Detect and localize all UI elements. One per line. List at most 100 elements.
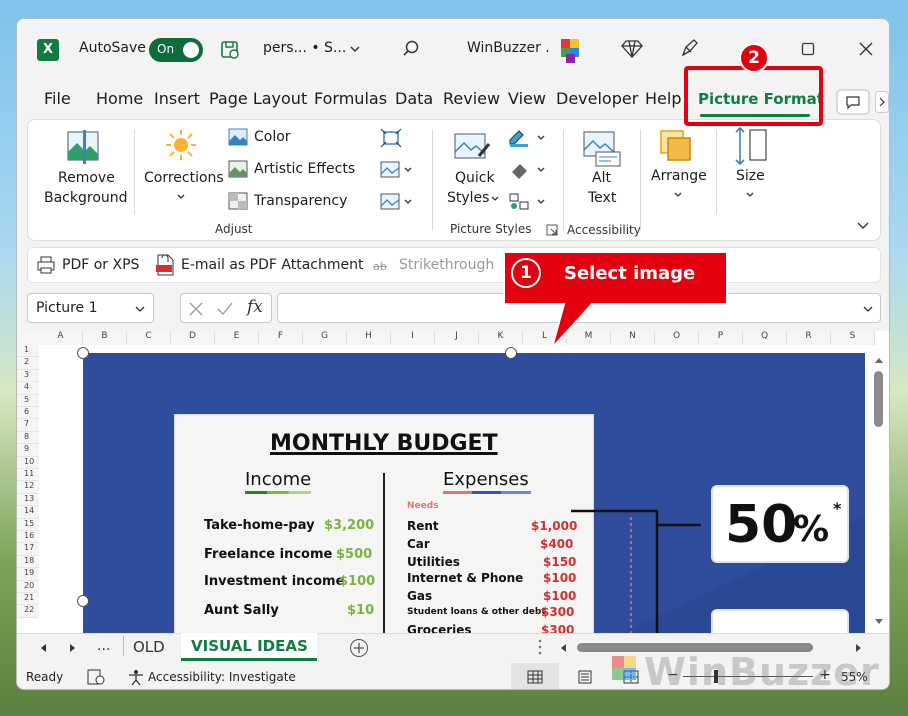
row-header[interactable]: 4 xyxy=(17,382,39,395)
tab-data[interactable]: Data xyxy=(395,89,433,108)
change-picture-icon[interactable] xyxy=(380,160,414,180)
quick-styles-label[interactable]: Styles xyxy=(447,190,489,206)
row-header[interactable]: 17 xyxy=(17,543,39,556)
add-sheet-icon[interactable] xyxy=(349,638,369,658)
quick-styles-button[interactable]: Quick xyxy=(455,170,495,186)
enter-icon[interactable] xyxy=(217,302,233,316)
column-header[interactable]: H xyxy=(347,331,391,345)
column-header[interactable]: A xyxy=(39,331,83,345)
collapse-ribbon-icon[interactable] xyxy=(856,220,870,232)
row-header[interactable]: 2 xyxy=(17,357,39,370)
alt-text-label[interactable]: Text xyxy=(588,190,616,206)
row-header[interactable]: 18 xyxy=(17,555,39,569)
scroll-down-icon[interactable] xyxy=(873,617,885,627)
search-icon[interactable] xyxy=(401,39,421,59)
pdf-or-xps-button[interactable]: PDF or XPS xyxy=(62,257,139,273)
chevron-down-icon[interactable] xyxy=(490,194,500,204)
close-icon[interactable] xyxy=(859,42,873,56)
chevron-down-icon[interactable] xyxy=(862,303,874,315)
column-header[interactable]: Q xyxy=(743,331,787,345)
autosave-toggle[interactable]: On xyxy=(149,38,203,62)
column-header[interactable]: G xyxy=(303,331,347,345)
scroll-up-icon[interactable] xyxy=(873,355,885,365)
maximize-icon[interactable] xyxy=(801,42,815,56)
row-header[interactable]: 21 xyxy=(17,593,39,606)
email-pdf-button[interactable]: E-mail as PDF Attachment xyxy=(181,257,363,273)
dialog-launcher-icon[interactable] xyxy=(546,224,558,236)
row-header[interactable]: 22 xyxy=(17,605,39,618)
remove-background-button[interactable]: Remove xyxy=(58,170,115,186)
accessibility-icon[interactable] xyxy=(127,669,145,685)
cancel-icon[interactable] xyxy=(189,302,203,316)
remove-background-label[interactable]: Background xyxy=(44,190,128,206)
strikethrough-button[interactable]: Strikethrough xyxy=(399,257,494,273)
row-header[interactable]: 7 xyxy=(17,419,39,432)
column-header[interactable]: R xyxy=(787,331,831,345)
transparency-button[interactable]: Transparency xyxy=(254,193,347,209)
column-header[interactable]: S xyxy=(831,331,875,345)
row-header[interactable]: 10 xyxy=(17,456,39,469)
worksheet-grid[interactable]: ABCDEFGHIJKLMNOPQRS 1 2 3 4 5 6 7 8 9 10 11 12 13 14 1… xyxy=(17,331,889,633)
row-header[interactable]: 12 xyxy=(17,481,39,494)
macro-record-icon[interactable] xyxy=(87,669,105,685)
prev-sheet-icon[interactable] xyxy=(39,643,49,653)
insert-function-icon[interactable]: fx xyxy=(247,297,263,317)
tab-insert[interactable]: Insert xyxy=(154,89,200,108)
selected-image[interactable]: MONTHLY BUDGET Income Expenses Needs Tak… xyxy=(83,353,865,633)
next-sheet-icon[interactable] xyxy=(67,643,77,653)
column-header[interactable]: F xyxy=(259,331,303,345)
file-name[interactable]: pers... • S... xyxy=(263,40,346,56)
chevron-down-icon[interactable] xyxy=(134,303,146,315)
pdf-icon[interactable] xyxy=(154,254,176,276)
column-header[interactable]: J xyxy=(435,331,479,345)
corrections-button[interactable]: Corrections xyxy=(144,170,224,186)
artistic-effects-button[interactable]: Artistic Effects xyxy=(254,161,355,177)
avatar[interactable] xyxy=(555,35,587,65)
pen-icon[interactable] xyxy=(679,37,701,59)
column-header[interactable]: I xyxy=(391,331,435,345)
accessibility-status[interactable]: Accessibility: Investigate xyxy=(148,670,296,684)
chevron-right-icon[interactable] xyxy=(875,91,889,113)
chevron-down-icon[interactable] xyxy=(745,190,755,200)
alt-text-button[interactable]: Alt xyxy=(592,170,611,186)
tab-view[interactable]: View xyxy=(508,89,546,108)
row-header[interactable]: 3 xyxy=(17,369,39,383)
tab-page-layout[interactable]: Page Layout xyxy=(209,89,307,108)
picture-layout-icon[interactable] xyxy=(508,192,548,212)
compress-pictures-icon[interactable] xyxy=(380,128,402,148)
diamond-icon[interactable] xyxy=(621,39,643,59)
comments-icon[interactable] xyxy=(836,89,870,115)
sheet-tab-visual-ideas[interactable]: VISUAL IDEAS xyxy=(181,633,317,661)
tab-developer[interactable]: Developer xyxy=(556,89,638,108)
size-button[interactable]: Size xyxy=(736,168,765,184)
picture-border-icon[interactable] xyxy=(508,128,548,148)
resize-handle[interactable] xyxy=(77,595,89,607)
chevron-down-icon[interactable] xyxy=(349,43,361,55)
column-header[interactable]: E xyxy=(215,331,259,345)
color-button[interactable]: Color xyxy=(254,129,291,145)
row-header[interactable]: 20 xyxy=(17,580,39,593)
printer-icon[interactable] xyxy=(36,255,56,275)
name-box[interactable]: Picture 1 xyxy=(27,293,154,323)
row-header[interactable]: 13 xyxy=(17,493,39,507)
vertical-scrollbar-thumb[interactable] xyxy=(874,371,883,427)
row-header[interactable]: 5 xyxy=(17,394,39,407)
tab-splitter-icon[interactable] xyxy=(537,638,543,656)
sheet-tab-old[interactable]: OLD xyxy=(133,638,165,656)
row-header[interactable]: 1 xyxy=(17,345,39,358)
arrange-button[interactable]: Arrange xyxy=(651,168,707,184)
row-header[interactable]: 9 xyxy=(17,444,39,457)
more-sheets[interactable]: ... xyxy=(97,638,110,654)
row-header[interactable]: 8 xyxy=(17,431,39,445)
account-name[interactable]: WinBuzzer . xyxy=(467,40,550,56)
tab-formulas[interactable]: Formulas xyxy=(314,89,387,108)
row-header[interactable]: 15 xyxy=(17,518,39,531)
normal-view-button[interactable] xyxy=(511,663,559,689)
tab-help[interactable]: Help xyxy=(645,89,681,108)
chevron-down-icon[interactable] xyxy=(176,192,186,202)
row-header[interactable]: 6 xyxy=(17,407,39,420)
tab-home[interactable]: Home xyxy=(96,89,143,108)
row-header[interactable]: 16 xyxy=(17,531,39,544)
column-header[interactable]: C xyxy=(127,331,171,345)
picture-effects-icon[interactable] xyxy=(508,160,548,180)
